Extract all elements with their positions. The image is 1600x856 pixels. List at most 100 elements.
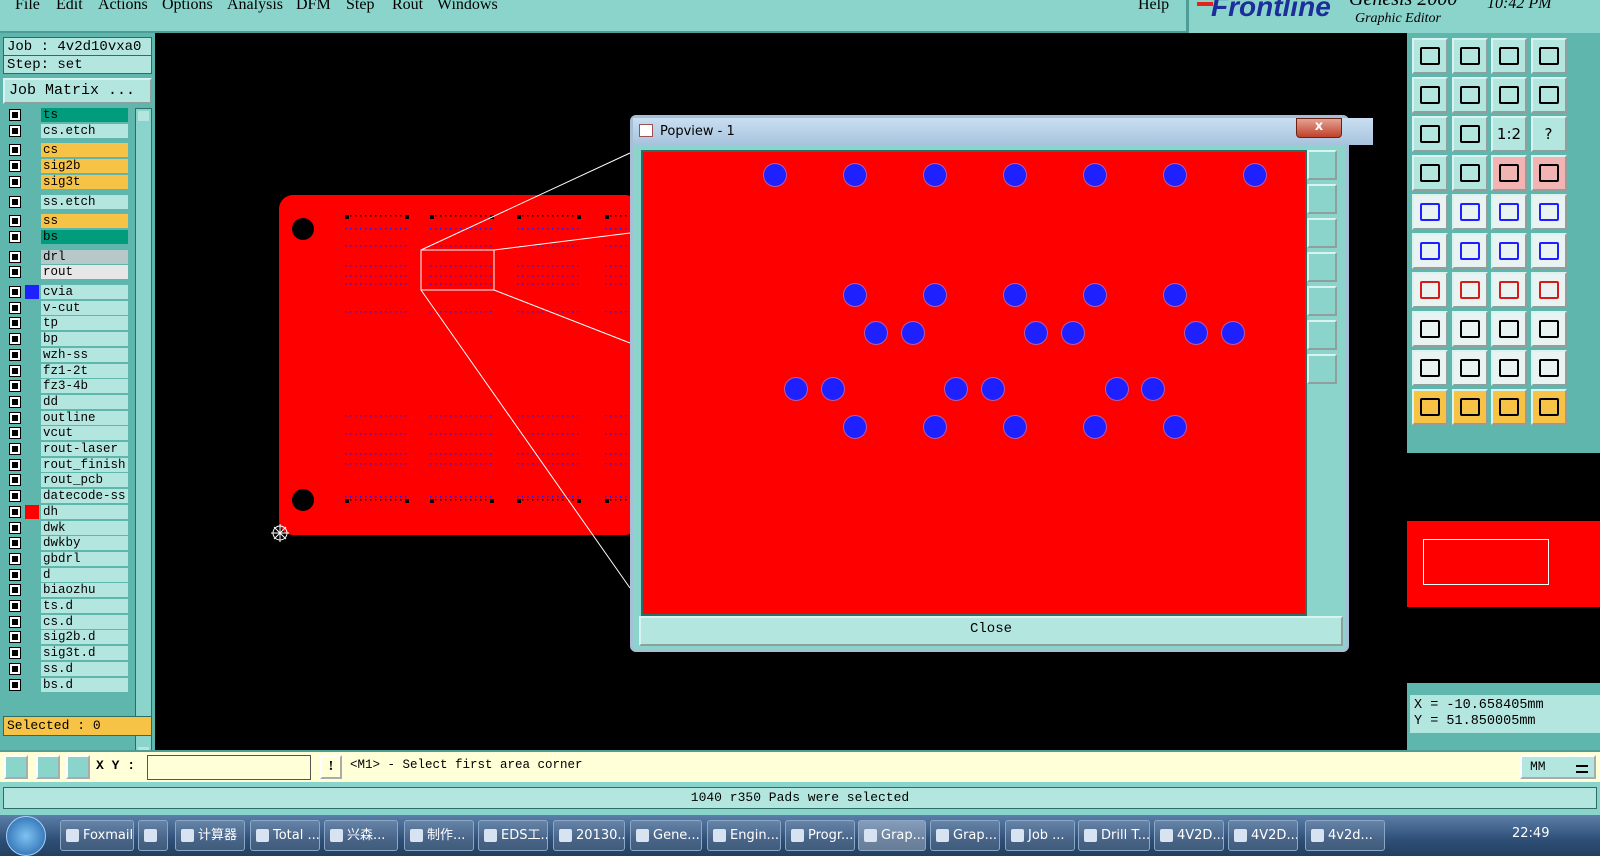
menu-file[interactable]: File — [15, 0, 40, 14]
layer-name[interactable]: cs — [41, 143, 128, 158]
layer-checkbox[interactable] — [9, 552, 21, 565]
layer-row[interactable]: rout_finish — [4, 457, 128, 472]
layer-checkbox[interactable] — [9, 411, 21, 424]
menu-step[interactable]: Step — [346, 0, 374, 14]
layer-name[interactable]: biaozhu — [41, 583, 128, 598]
layer-checkbox[interactable] — [9, 230, 21, 243]
arc-icon[interactable] — [1412, 272, 1448, 308]
menu-rout[interactable]: Rout — [392, 0, 423, 14]
layer-row[interactable]: ss.etch — [4, 194, 128, 209]
layer-name[interactable]: ts.d — [41, 599, 128, 613]
layer-checkbox[interactable] — [9, 266, 21, 279]
layer-checkbox[interactable] — [9, 124, 21, 137]
layer-name[interactable]: vcut — [41, 426, 128, 441]
layer-name[interactable]: fz1-2t — [41, 363, 128, 378]
layer-name[interactable]: dwkby — [41, 536, 128, 551]
layer-up-icon[interactable] — [1491, 155, 1527, 191]
circle-icon[interactable] — [1530, 194, 1567, 230]
taskbar-item[interactable]: 4V2D... — [1228, 820, 1298, 851]
overview-viewport[interactable] — [1423, 539, 1549, 585]
layer-row[interactable]: dwk — [4, 520, 128, 535]
layer-checkbox[interactable] — [9, 160, 21, 173]
layer-row[interactable]: bp — [4, 332, 128, 347]
taskbar-item[interactable]: 制作... — [404, 820, 474, 851]
layer-checkbox[interactable] — [9, 474, 21, 487]
line-icon[interactable] — [1451, 194, 1488, 230]
layer-checkbox[interactable] — [9, 348, 21, 361]
layer-row[interactable]: dh — [4, 504, 128, 519]
layer-row[interactable]: ss — [4, 214, 128, 229]
layer-name[interactable]: dd — [41, 394, 128, 409]
triangle-arrow-icon[interactable] — [1530, 350, 1567, 386]
menu-dfm[interactable]: DFM — [296, 0, 331, 14]
taskbar-item[interactable]: Foxmail — [60, 820, 134, 851]
menu-help[interactable]: Help — [1138, 0, 1169, 14]
layer-row[interactable]: biaozhu — [4, 583, 128, 598]
layer-row[interactable]: cs.etch — [4, 123, 128, 138]
layer-row[interactable]: rout_pcb — [4, 473, 128, 488]
layer-name[interactable]: drl — [41, 249, 128, 264]
menu-actions[interactable]: Actions — [98, 0, 148, 14]
layer-row[interactable]: gbdrl — [4, 551, 128, 566]
layer-name[interactable]: rout_pcb — [41, 473, 128, 488]
layer-name[interactable]: bp — [41, 332, 128, 347]
layer-checkbox[interactable] — [9, 395, 21, 408]
layer-name[interactable]: rout_finish — [41, 457, 128, 472]
layer-name[interactable]: outline — [41, 410, 128, 425]
layer-row[interactable]: d — [4, 567, 128, 582]
layer-row[interactable]: bs — [4, 229, 128, 244]
layer-scrollbar[interactable] — [135, 108, 152, 760]
measure-icon[interactable] — [36, 755, 60, 779]
layer-row[interactable]: cs.d — [4, 614, 128, 629]
cross-icon[interactable] — [1451, 233, 1488, 269]
fit-icon[interactable] — [1412, 116, 1448, 152]
layer-checkbox[interactable] — [9, 250, 21, 263]
layer-name[interactable]: gbdrl — [41, 551, 128, 566]
select-pointer-icon[interactable] — [1412, 389, 1448, 425]
popview-canvas[interactable] — [641, 150, 1307, 616]
layer-name[interactable]: rout-laser — [41, 442, 128, 456]
taskbar-item[interactable]: Drill T... — [1078, 820, 1150, 851]
layer-checkbox[interactable] — [9, 490, 21, 503]
layer-checkbox[interactable] — [9, 109, 21, 121]
layer-name[interactable]: ss.etch — [41, 194, 128, 209]
layer-row[interactable]: ts.d — [4, 599, 128, 613]
menu-options[interactable]: Options — [162, 0, 213, 14]
popview-zoom-home-icon[interactable] — [1307, 150, 1337, 180]
layer-checkbox[interactable] — [9, 317, 21, 330]
layer-name[interactable]: cs.d — [41, 614, 128, 629]
select-box-icon[interactable] — [1451, 389, 1488, 425]
taskbar-item[interactable]: EDS工... — [478, 820, 548, 851]
menu-edit[interactable]: Edit — [56, 0, 83, 14]
layer-name[interactable]: sig3t — [41, 174, 128, 189]
layer-name[interactable]: sig3t.d — [41, 646, 128, 661]
taskbar-item[interactable] — [138, 820, 168, 851]
popview-pan-up-icon[interactable] — [1307, 184, 1337, 214]
taskbar-item[interactable]: 4v2d... — [1305, 820, 1385, 851]
ruler-icon[interactable] — [1491, 194, 1527, 230]
pad-icon[interactable] — [1412, 194, 1448, 230]
layer-name[interactable]: ss.d — [41, 661, 128, 676]
rotate-icon[interactable] — [1491, 77, 1527, 113]
layer-row[interactable]: dwkby — [4, 536, 128, 551]
menu-analysis[interactable]: Analysis — [227, 0, 283, 14]
point-line-icon[interactable] — [1491, 233, 1527, 269]
layer-checkbox[interactable] — [9, 175, 21, 188]
layer-name[interactable]: fz3-4b — [41, 379, 128, 394]
taskbar-item[interactable]: Total ... — [250, 820, 320, 851]
layer-name[interactable]: ss — [41, 214, 128, 229]
layer-row[interactable]: wzh-ss — [4, 347, 128, 362]
layer-checkbox[interactable] — [9, 443, 21, 455]
pin-icon[interactable] — [1451, 155, 1488, 191]
layer-checkbox[interactable] — [9, 364, 21, 377]
layer-checkbox[interactable] — [9, 301, 21, 314]
layer-checkbox[interactable] — [9, 144, 21, 157]
arrow-up-icon[interactable] — [1451, 350, 1488, 386]
layer-row[interactable]: ts — [4, 108, 128, 122]
tool-settings-icon[interactable] — [1412, 155, 1448, 191]
layer-down-icon[interactable] — [1530, 155, 1567, 191]
layer-row[interactable]: sig3t — [4, 174, 128, 189]
layer-row[interactable]: sig2b — [4, 159, 128, 174]
home-icon[interactable] — [1491, 38, 1527, 74]
layer-row[interactable]: fz3-4b — [4, 379, 128, 394]
